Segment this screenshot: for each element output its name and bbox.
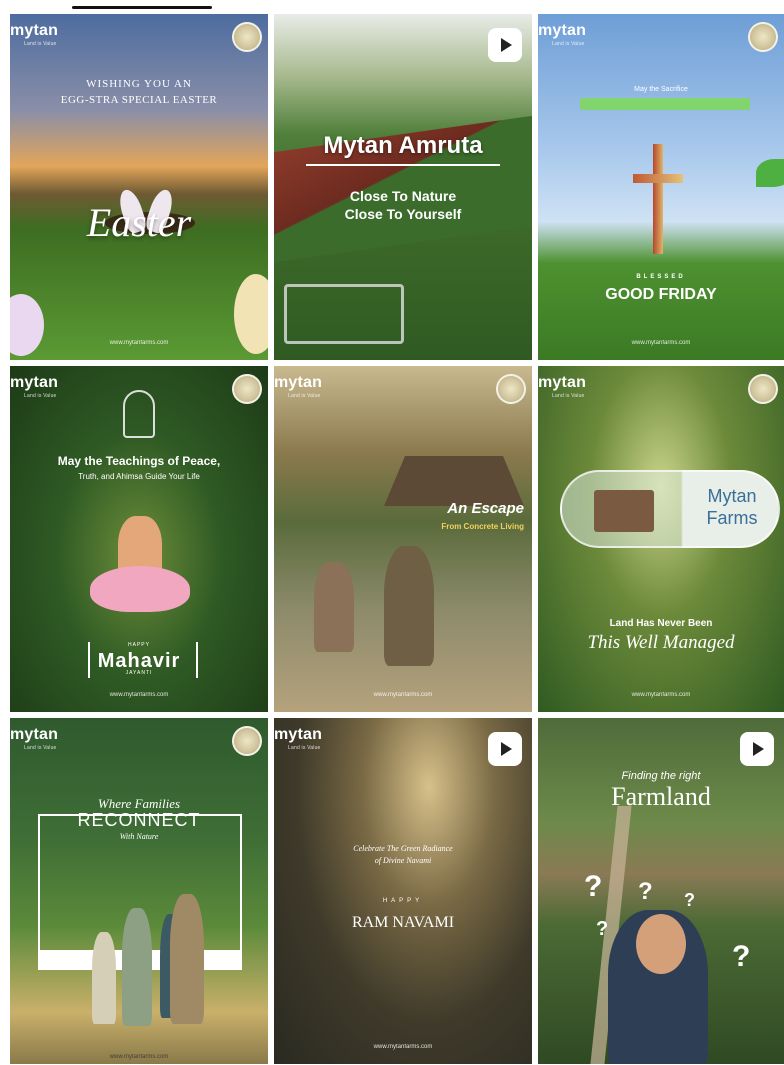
post-good-friday[interactable]: mytan Land is Value May the Sacrifice BLE… [538, 14, 784, 360]
post-line-1: May the Sacrifice [634, 86, 688, 93]
post-line-2: This Well Managed [587, 632, 735, 653]
logo: mytan Land is Value [10, 726, 59, 751]
post-subtitle-2: Close To Yourself [344, 206, 462, 222]
post-subtitle: From Concrete Living [441, 522, 524, 531]
tab-indicator [72, 6, 212, 9]
pill-line-2: Farms [706, 508, 758, 528]
title-underline [306, 164, 500, 166]
highlight-bar [580, 98, 750, 110]
post-title: GOOD FRIDAY [605, 286, 717, 303]
video-play-icon[interactable] [740, 732, 774, 766]
post-escape[interactable]: mytan Land is Value An Escape From Concre… [274, 366, 532, 712]
post-title: An Escape [447, 500, 524, 517]
seal-badge [232, 22, 262, 52]
post-small-bottom: JAYANTI [125, 670, 153, 676]
video-play-icon[interactable] [488, 28, 522, 62]
seal-badge [748, 22, 778, 52]
logo: mytan Land is Value [538, 22, 587, 47]
post-line-1: Finding the right [621, 770, 701, 782]
question-mark-icon: ? [684, 890, 695, 910]
logo: mytan Land is Value [274, 726, 323, 751]
post-farmland[interactable]: mytan Finding the right Farmland ? ? ? ?… [538, 718, 784, 1064]
post-line-2: Truth, and Ahimsa Guide Your Life [78, 472, 200, 481]
pill-line-1: Mytan [707, 486, 757, 506]
post-ram-navami[interactable]: mytan Land is Value Celebrate The Green R… [274, 718, 532, 1064]
question-mark-icon: ? [638, 878, 653, 905]
website-label: www.mytanfarms.com [109, 1054, 169, 1060]
post-line-2: EGG-STRA SPECIAL EASTER [60, 94, 218, 106]
post-title: RAM NAVAMI [351, 914, 455, 931]
question-mark-icon: ? [732, 940, 751, 973]
logo: mytan Land is Value [538, 374, 587, 399]
website-label: www.mytanfarms.com [373, 692, 433, 698]
logo: mytan Land is Value [274, 374, 323, 399]
post-title: Farmland [611, 782, 711, 811]
post-amruta[interactable]: Mytan Amruta Close To Nature Close To Yo… [274, 14, 532, 360]
seal-badge [232, 726, 262, 756]
seal-badge [232, 374, 262, 404]
website-label: www.mytanfarms.com [631, 340, 691, 346]
website-label: www.mytanfarms.com [109, 340, 169, 346]
post-script-title: Easter [86, 200, 192, 245]
post-title: RECONNECT [77, 810, 201, 830]
post-farms[interactable]: mytan Land is Value Mytan Farms Land Has … [538, 366, 784, 712]
question-mark-icon: ? [596, 918, 609, 940]
post-line-2: of Divine Navami [374, 856, 432, 865]
website-label: www.mytanfarms.com [373, 1044, 433, 1050]
seal-badge [496, 374, 526, 404]
video-play-icon[interactable] [488, 732, 522, 766]
post-line-1: Land Has Never Been [609, 618, 713, 629]
post-line-1: WISHING YOU AN [86, 78, 192, 90]
logo: mytan Land is Value [10, 374, 59, 399]
post-small-top: HAPPY [128, 642, 150, 648]
post-small-label: BLESSED [636, 274, 686, 280]
question-mark-icon: ? [584, 870, 603, 903]
post-mahavir[interactable]: mytan Land is Value May the Teachings of … [10, 366, 268, 712]
post-subtitle-1: Close To Nature [349, 188, 457, 204]
post-small-label: HAPPY [382, 898, 424, 904]
website-label: www.mytanfarms.com [631, 692, 691, 698]
post-easter[interactable]: mytan Land is Value WISHING YOU AN EGG-ST… [10, 14, 268, 360]
post-line-1: May the Teachings of Peace, [57, 454, 221, 468]
post-title: Mytan Amruta [323, 132, 483, 159]
post-line-1: Celebrate The Green Radiance [353, 844, 453, 853]
post-reconnect[interactable]: mytan Land is Value Where Families RECONN… [10, 718, 268, 1064]
post-line-2: With Nature [119, 832, 159, 841]
website-label: www.mytanfarms.com [109, 692, 169, 698]
logo: mytan Land is Value [10, 22, 59, 47]
seal-badge [748, 374, 778, 404]
